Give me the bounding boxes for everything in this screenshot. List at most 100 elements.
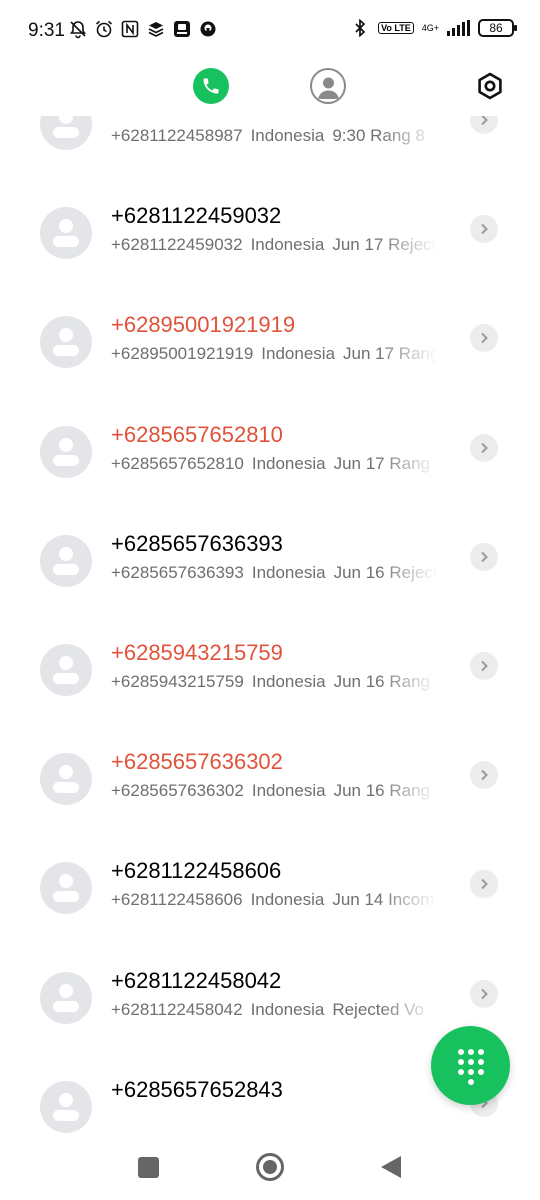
call-location: Indonesia (251, 453, 326, 473)
call-info: Jun 16 Rang 8 (333, 781, 437, 801)
call-detail: +6285657636393 Indonesia Jun 16 Rejected (111, 563, 437, 583)
caller-number: +62895001921919 (111, 312, 296, 338)
call-log-row[interactable]: +62895001921919 +62895001921919 Indonesia J… (0, 306, 540, 415)
call-log-row[interactable]: +6285657636393 +6285657636393 Indonesia Jun… (0, 525, 540, 634)
caller-number: +6281122458606 (111, 858, 282, 884)
contacts-icon (317, 77, 339, 99)
top-tab-bar (0, 60, 540, 116)
call-location: Indonesia (251, 781, 326, 801)
battery-icon: 86 (478, 19, 517, 37)
caller-number: +6281122458987 (111, 116, 281, 120)
call-number: +62895001921919 (111, 344, 254, 364)
call-log-row[interactable]: +6285657652810 +6285657652810 Indonesia Jun… (0, 416, 540, 525)
recents-button[interactable] (138, 1157, 159, 1178)
call-location: Indonesia (250, 890, 325, 910)
contact-avatar-icon (40, 862, 92, 915)
contact-avatar-icon (40, 644, 92, 696)
status-right: Vo LTE 4G+ 86 (350, 18, 517, 38)
home-icon (263, 1160, 277, 1174)
call-detail: +6281122458606 Indonesia Jun 14 Incoming (111, 890, 437, 910)
call-log-row[interactable]: +6281122458987 +6281122458987 Indonesia 9:3… (0, 116, 540, 197)
call-location: Indonesia (261, 344, 336, 364)
call-details-chevron-icon[interactable] (470, 870, 498, 899)
call-location: Indonesia (250, 235, 325, 255)
status-bar: 9:31 Vo LTE 4G+ 86 (0, 0, 540, 60)
volte-badge: Vo LTE (378, 22, 414, 34)
call-details-chevron-icon[interactable] (470, 433, 498, 462)
call-details-chevron-icon[interactable] (470, 324, 498, 353)
caller-number: +6281122459032 (111, 203, 282, 229)
call-info: Jun 17 Rejected (332, 235, 437, 255)
call-number: +6285943215759 (111, 672, 244, 691)
call-info: Jun 16 Rejected (333, 562, 437, 582)
call-info: Jun 14 Incoming (332, 890, 437, 910)
stack-icon (146, 19, 166, 39)
settings-button[interactable] (474, 70, 506, 102)
call-details-chevron-icon[interactable] (470, 542, 498, 571)
call-info: 9:30 Rang 8 (332, 126, 425, 145)
call-number: +6285657652810 (111, 453, 244, 473)
call-info: Jun 17 Rang (333, 453, 430, 473)
call-log-row[interactable]: +6281122459032 +6281122459032 Indonesia Jun… (0, 197, 540, 306)
contact-avatar-icon (40, 534, 92, 587)
contact-avatar-icon (40, 425, 92, 478)
system-nav-bar (0, 1136, 540, 1200)
caller-number: +6285657636302 (111, 749, 283, 775)
caller-number: +6285943215759 (111, 640, 283, 665)
tab-contacts[interactable] (310, 68, 346, 104)
caller-number: +6281122458042 (111, 967, 282, 993)
alarm-icon (94, 19, 114, 39)
call-detail: +6285943215759 Indonesia Jun 16 Rang (111, 672, 437, 692)
call-detail: +6281122458987 Indonesia 9:30 Rang 8 (111, 126, 437, 146)
settings-icon (478, 72, 502, 100)
bell-off-icon (68, 19, 88, 39)
call-detail: +6285657652810 Indonesia Jun 17 Rang (111, 454, 437, 474)
call-location: Indonesia (251, 672, 326, 691)
app-circle-icon (198, 19, 218, 39)
status-time: 9:31 (28, 20, 65, 41)
network-type: 4G+ (421, 22, 439, 33)
notification-icons (68, 19, 218, 39)
tiket-app-icon (172, 19, 192, 39)
contact-avatar-icon (40, 753, 92, 806)
call-location: Indonesia (250, 999, 325, 1019)
signal-icon (447, 20, 470, 36)
contact-avatar-icon (40, 971, 92, 1024)
tab-calls[interactable] (193, 68, 229, 104)
dialpad-icon (457, 1048, 484, 1085)
call-number: +6281122459032 (111, 235, 243, 255)
home-button[interactable] (256, 1153, 284, 1181)
call-details-chevron-icon[interactable] (470, 979, 498, 1008)
call-detail: +6281122459032 Indonesia Jun 17 Rejected (111, 235, 437, 255)
bluetooth-icon (350, 18, 370, 38)
call-location: Indonesia (250, 126, 325, 145)
call-number: +6281122458987 (111, 126, 243, 145)
call-info: Jun 16 Rang (333, 672, 430, 691)
call-detail: +62895001921919 Indonesia Jun 17 Rang (111, 344, 437, 364)
call-log-row[interactable]: +6285943215759 +6285943215759 Indonesia Jun… (0, 634, 540, 743)
contact-avatar-icon (40, 207, 92, 260)
call-log-row[interactable]: +6281122458606 +6281122458606 Indonesia Jun… (0, 852, 540, 961)
call-info: Jun 17 Rang (343, 344, 437, 364)
call-detail: +6285657636302 Indonesia Jun 16 Rang 8 (111, 781, 437, 801)
contact-avatar-icon (40, 1080, 92, 1133)
call-details-chevron-icon[interactable] (470, 116, 498, 134)
call-location: Indonesia (251, 562, 326, 582)
call-info: Rejected Vo (332, 999, 424, 1019)
call-log-list[interactable]: +6281122458987 +6281122458987 Indonesia 9:3… (0, 116, 540, 1136)
call-number: +6285657636393 (111, 562, 244, 582)
call-log-row[interactable]: +6285657636302 +6285657636302 Indonesia Jun… (0, 743, 540, 852)
call-detail (111, 1109, 437, 1129)
caller-number: +6285657636393 (111, 530, 283, 556)
contact-avatar-icon (40, 316, 92, 369)
call-details-chevron-icon[interactable] (470, 215, 498, 244)
call-detail: +6281122458042 Indonesia Rejected Vo (111, 1000, 437, 1020)
caller-number: +6285657652810 (111, 421, 283, 447)
back-button[interactable] (381, 1156, 401, 1178)
call-details-chevron-icon[interactable] (470, 652, 498, 680)
call-number: +6281122458042 (111, 999, 243, 1019)
contact-avatar-icon (40, 116, 92, 150)
dialpad-button[interactable] (431, 1026, 510, 1105)
call-details-chevron-icon[interactable] (470, 761, 498, 790)
call-number: +6285657636302 (111, 781, 244, 801)
